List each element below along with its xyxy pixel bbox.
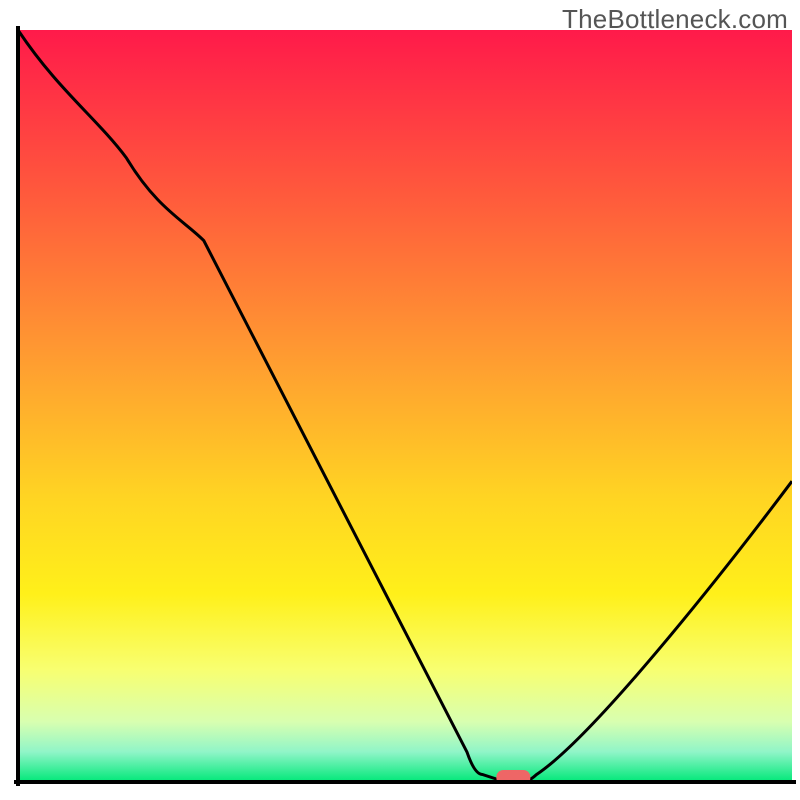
chart-container: TheBottleneck.com bbox=[0, 0, 800, 800]
gradient-background bbox=[18, 30, 792, 782]
watermark-text: TheBottleneck.com bbox=[562, 4, 788, 35]
bottleneck-chart bbox=[0, 0, 800, 800]
